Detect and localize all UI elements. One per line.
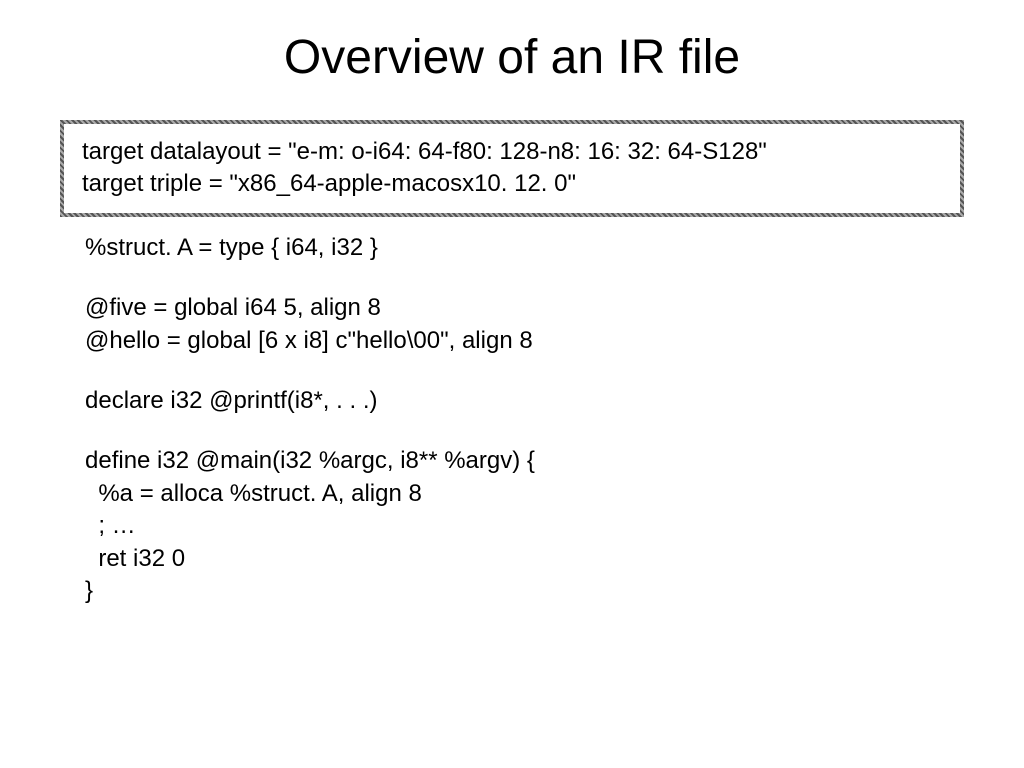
code-line-define: define i32 @main(i32 %argc, i8** %argv) … [85, 445, 1024, 477]
blank-line [85, 264, 1024, 292]
highlighted-code-box: target datalayout = "e-m: o-i64: 64-f80:… [60, 120, 964, 217]
slide: Overview of an IR file target datalayout… [0, 0, 1024, 768]
code-line-ellipsis: ; … [85, 510, 1024, 542]
code-line-ret: ret i32 0 [85, 543, 1024, 575]
code-line-datalayout: target datalayout = "e-m: o-i64: 64-f80:… [82, 136, 942, 168]
code-line-declare: declare i32 @printf(i8*, . . .) [85, 385, 1024, 417]
code-line-struct: %struct. A = type { i64, i32 } [85, 232, 1024, 264]
blank-line [85, 357, 1024, 385]
blank-line [85, 417, 1024, 445]
code-line-hello: @hello = global [6 x i8] c"hello\00", al… [85, 325, 1024, 357]
code-line-close-brace: } [85, 575, 1024, 607]
code-line-alloca: %a = alloca %struct. A, align 8 [85, 478, 1024, 510]
code-block: %struct. A = type { i64, i32 } @five = g… [85, 232, 1024, 608]
page-title: Overview of an IR file [0, 30, 1024, 85]
code-line-five: @five = global i64 5, align 8 [85, 292, 1024, 324]
code-line-triple: target triple = "x86_64-apple-macosx10. … [82, 168, 942, 200]
